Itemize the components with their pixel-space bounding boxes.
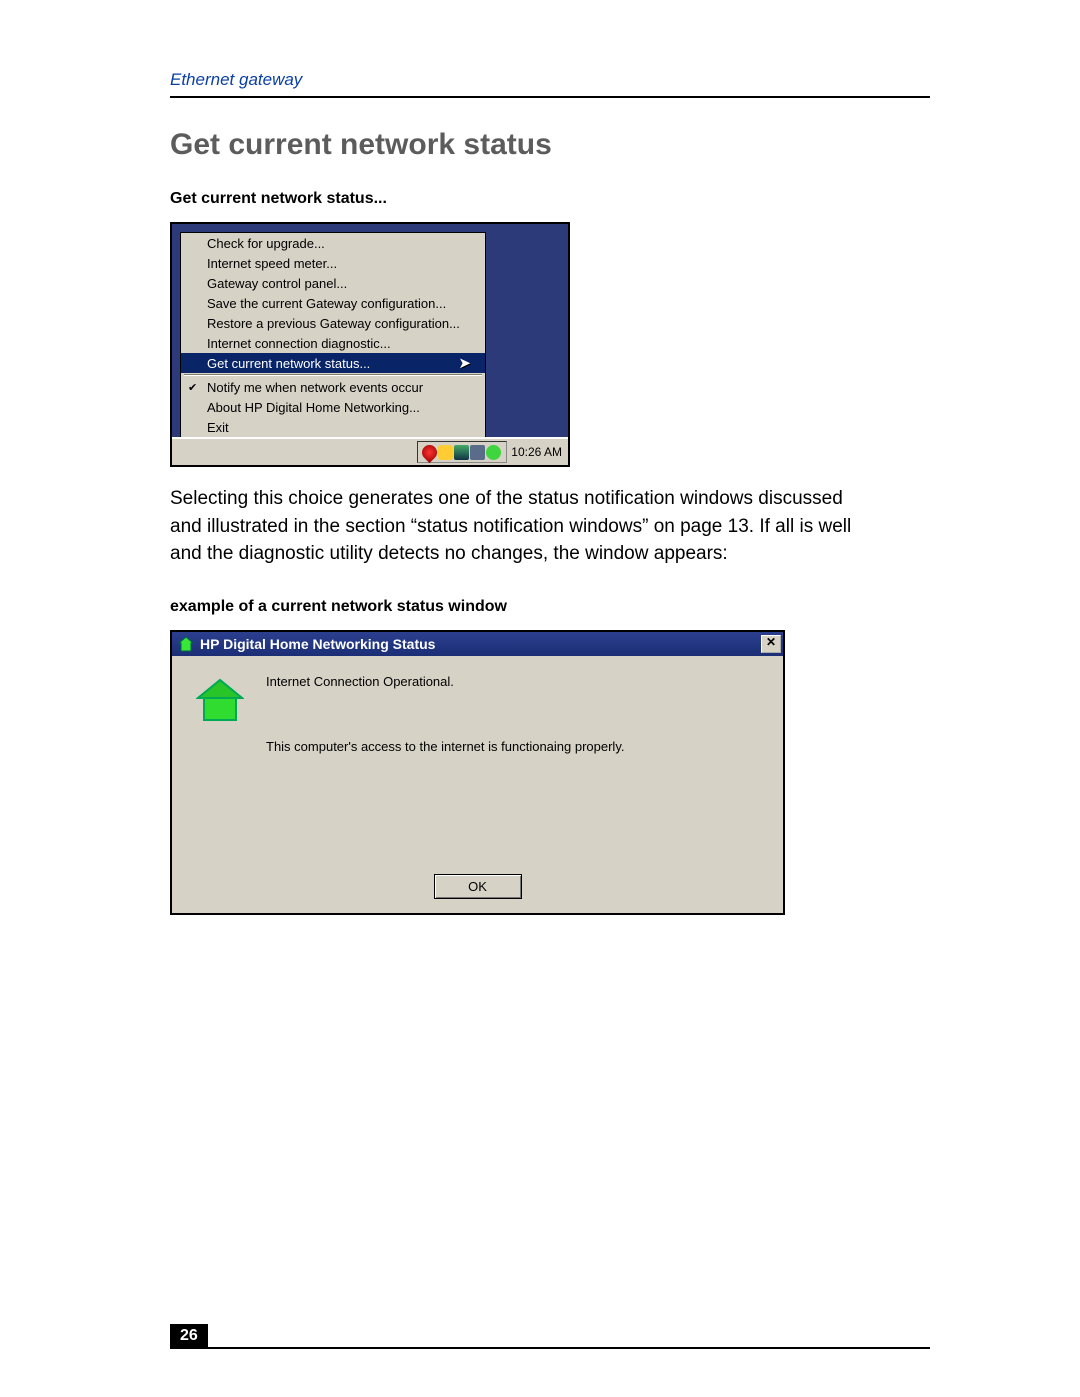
menu-item-check-upgrade[interactable]: Check for upgrade... [181, 233, 485, 253]
status-dialog: HP Digital Home Networking Status ✕ Inte… [170, 630, 785, 915]
menu-item-label: Internet connection diagnostic... [207, 336, 391, 351]
menu-item-restore-config[interactable]: Restore a previous Gateway configuration… [181, 313, 485, 333]
menu-item-speed-meter[interactable]: Internet speed meter... [181, 253, 485, 273]
menu-item-about[interactable]: About HP Digital Home Networking... [181, 397, 485, 417]
bottom-rule [170, 1347, 930, 1349]
menu-separator [184, 374, 482, 376]
context-menu-screenshot: Check for upgrade... Internet speed mete… [170, 222, 570, 467]
dialog-title: HP Digital Home Networking Status [200, 636, 435, 652]
dialog-body: Internet Connection Operational. This co… [172, 656, 783, 913]
menu-item-exit[interactable]: Exit [181, 417, 485, 437]
menu-item-label: Notify me when network events occur [207, 380, 423, 395]
dialog-message-2: This computer's access to the internet i… [266, 739, 769, 754]
page-number: 26 [170, 1324, 208, 1348]
figure1-caption: Get current network status... [170, 190, 930, 208]
tray-green-icon[interactable] [486, 445, 501, 460]
header-section: Ethernet gateway [170, 70, 930, 90]
menu-item-label: Exit [207, 420, 229, 435]
tray-heart-icon[interactable] [419, 441, 440, 462]
menu-item-control-panel[interactable]: Gateway control panel... [181, 273, 485, 293]
system-tray [417, 441, 507, 463]
figure2-caption: example of a current network status wind… [170, 598, 930, 616]
taskbar: 10:26 AM [172, 437, 568, 465]
body-paragraph: Selecting this choice generates one of t… [170, 485, 870, 568]
dialog-titlebar: HP Digital Home Networking Status ✕ [172, 632, 783, 656]
menu-item-label: Get current network status... [207, 356, 370, 371]
menu-item-label: Restore a previous Gateway configuration… [207, 316, 460, 331]
dialog-logo-icon [178, 636, 194, 652]
cursor-icon: ➤ [458, 354, 471, 372]
menu-item-notify[interactable]: Notify me when network events occur [181, 377, 485, 397]
menu-item-label: Gateway control panel... [207, 276, 347, 291]
page-title: Get current network status [170, 128, 930, 162]
menu-item-label: Check for upgrade... [207, 236, 325, 251]
dialog-message-1: Internet Connection Operational. [266, 674, 769, 689]
menu-item-diagnostic[interactable]: Internet connection diagnostic... [181, 333, 485, 353]
taskbar-clock: 10:26 AM [511, 445, 562, 459]
tray-network-icon[interactable] [470, 445, 485, 460]
top-rule [170, 96, 930, 98]
page-footer: 26 [170, 1324, 930, 1349]
context-menu: Check for upgrade... Internet speed mete… [180, 232, 486, 437]
house-icon [196, 678, 244, 722]
close-button[interactable]: ✕ [761, 635, 781, 653]
menu-item-network-status[interactable]: Get current network status... ➤ [181, 353, 485, 373]
tray-yellow-icon[interactable] [438, 445, 453, 460]
menu-item-label: Internet speed meter... [207, 256, 337, 271]
menu-item-save-config[interactable]: Save the current Gateway configuration..… [181, 293, 485, 313]
menu-item-label: Save the current Gateway configuration..… [207, 296, 446, 311]
menu-item-label: About HP Digital Home Networking... [207, 400, 420, 415]
tray-monitor-icon[interactable] [454, 445, 469, 460]
ok-button[interactable]: OK [434, 874, 522, 899]
